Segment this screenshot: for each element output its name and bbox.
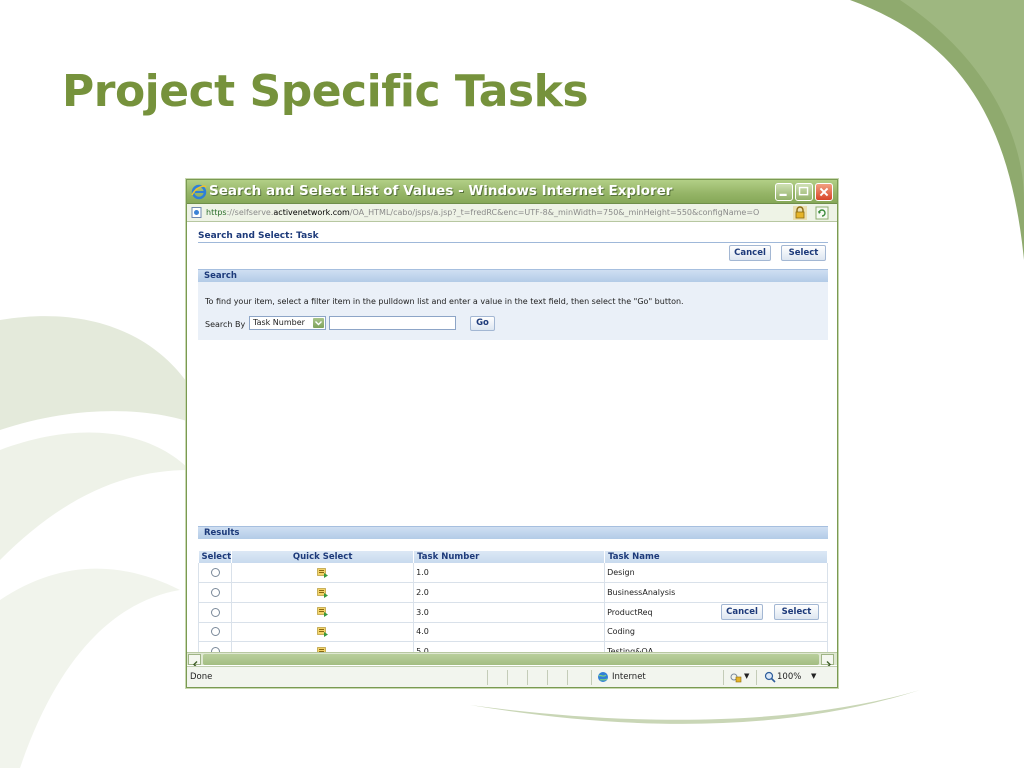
task-number-cell: 3.0 [413, 602, 606, 623]
results-table: Select Quick Select Task Number Task Nam… [197, 551, 828, 652]
page-content: Search and Select: Task Cancel Select Se… [187, 222, 837, 652]
search-by-value: Task Number [253, 318, 305, 327]
select-button-bottom[interactable]: Select [774, 604, 819, 620]
url-host: activenetwork.com [273, 208, 350, 217]
select-cell [197, 563, 233, 584]
status-divider [487, 670, 488, 685]
protected-mode-icon[interactable] [730, 672, 742, 683]
quick-select-icon[interactable] [316, 567, 329, 578]
chevron-down-icon[interactable]: ▼ [811, 672, 816, 680]
status-divider [507, 670, 508, 685]
security-zone-label: Internet [612, 672, 646, 682]
column-header-task-name[interactable]: Task Name [604, 551, 828, 563]
task-name-cell: BusinessAnalysis [604, 582, 828, 603]
task-name-cell: Design [604, 563, 828, 584]
table-row[interactable]: 5.0 Testing&QA [197, 641, 828, 652]
ie-icon [191, 184, 207, 200]
row-select-radio[interactable] [210, 588, 220, 598]
quick-select-icon[interactable] [316, 587, 329, 598]
results-section-header: Results [198, 526, 828, 539]
maximize-button[interactable] [795, 183, 813, 201]
refresh-icon[interactable] [815, 206, 829, 220]
select-cell [197, 582, 233, 603]
row-select-radio[interactable] [210, 568, 220, 578]
status-divider [723, 670, 724, 685]
task-number-cell: 1.0 [413, 563, 606, 584]
url-protocol: https [206, 208, 227, 217]
column-header-task-number[interactable]: Task Number [413, 551, 606, 563]
status-bar: Done Internet ▼ 100% ▼ [187, 666, 837, 687]
slide-title: Project Specific Tasks [62, 66, 589, 117]
close-button[interactable] [815, 183, 833, 201]
status-divider [567, 670, 568, 685]
quick-select-cell [231, 641, 415, 652]
quick-select-icon[interactable] [316, 607, 329, 618]
window-title: Search and Select List of Values - Windo… [209, 183, 673, 199]
page-heading: Search and Select: Task [198, 231, 319, 241]
column-header-select[interactable]: Select [198, 551, 233, 563]
select-cell [197, 641, 233, 652]
quick-select-cell [231, 602, 415, 623]
address-bar[interactable]: https://selfserve.activenetwork.com/OA_H… [187, 204, 837, 222]
search-by-label: Search By [205, 320, 246, 329]
browser-window: Search and Select List of Values - Windo… [186, 179, 838, 688]
chevron-down-icon[interactable]: ▼ [744, 672, 749, 680]
quick-select-cell [231, 582, 415, 603]
select-cell [197, 622, 233, 643]
task-number-cell: 4.0 [413, 622, 606, 643]
cancel-button-bottom[interactable]: Cancel [721, 604, 763, 620]
zoom-level[interactable]: 100% [777, 672, 801, 682]
status-divider [547, 670, 548, 685]
search-by-select[interactable]: Task Number [249, 316, 326, 330]
status-divider [591, 670, 592, 685]
heading-divider [198, 242, 828, 243]
table-row[interactable]: 1.0 Design [197, 563, 828, 584]
select-cell [197, 602, 233, 623]
status-text: Done [190, 672, 213, 682]
globe-icon [598, 672, 608, 682]
search-input[interactable] [329, 316, 456, 330]
url-prehost: ://selfserve. [226, 208, 274, 217]
task-name-cell: Coding [604, 622, 828, 643]
quick-select-cell [231, 563, 415, 584]
minimize-button[interactable] [775, 183, 793, 201]
minimize-icon [779, 193, 787, 196]
scroll-thumb[interactable] [203, 654, 819, 665]
lock-icon[interactable] [793, 206, 807, 220]
row-select-radio[interactable] [210, 627, 220, 637]
search-instructions: To find your item, select a filter item … [205, 297, 684, 306]
quick-select-cell [231, 622, 415, 643]
task-number-cell: 5.0 [413, 641, 606, 652]
results-header-row: Select Quick Select Task Number Task Nam… [198, 551, 828, 563]
row-select-radio[interactable] [210, 607, 220, 617]
select-button-top[interactable]: Select [781, 245, 826, 261]
table-row[interactable]: 2.0 BusinessAnalysis [197, 582, 828, 603]
quick-select-icon[interactable] [316, 627, 329, 637]
task-name-cell: Testing&QA [604, 641, 828, 652]
address-url[interactable]: https://selfserve.activenetwork.com/OA_H… [206, 208, 786, 219]
task-number-cell: 2.0 [413, 582, 606, 603]
column-header-quick-select[interactable]: Quick Select [231, 551, 415, 563]
url-path: /OA_HTML/cabo/jsps/a.jsp?_t=fredRC&enc=U… [349, 208, 760, 217]
search-panel: To find your item, select a filter item … [198, 282, 828, 340]
cancel-button-top[interactable]: Cancel [729, 245, 771, 261]
maximize-icon [798, 186, 809, 196]
status-divider [756, 670, 757, 685]
horizontal-scrollbar[interactable] [187, 652, 837, 668]
close-icon [819, 187, 829, 197]
window-titlebar[interactable]: Search and Select List of Values - Windo… [187, 180, 837, 204]
dropdown-arrow-icon[interactable] [313, 318, 324, 328]
search-section-header: Search [198, 269, 828, 282]
status-divider [527, 670, 528, 685]
zoom-icon[interactable] [764, 671, 776, 683]
go-button[interactable]: Go [470, 316, 495, 331]
page-icon [191, 207, 202, 218]
scroll-left-button[interactable] [188, 654, 201, 668]
table-row[interactable]: 4.0 Coding [197, 622, 828, 643]
scroll-right-button[interactable] [821, 654, 834, 668]
